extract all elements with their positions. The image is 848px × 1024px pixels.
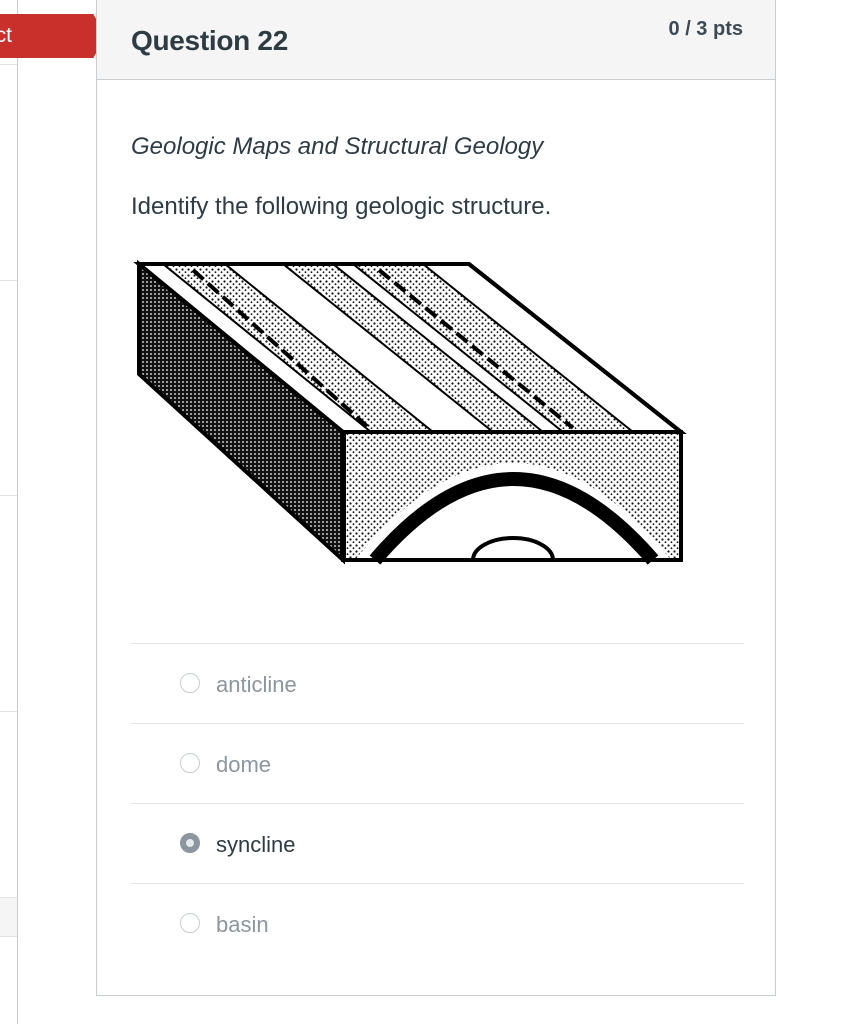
radio-button[interactable] [180,913,200,933]
answer-option-anticline[interactable]: anticline [131,643,744,723]
geologic-block-diagram [133,259,687,565]
answer-option-basin[interactable]: basin [131,883,744,963]
rail-divider [0,280,17,281]
answer-option-dome[interactable]: dome [131,723,744,803]
question-subtitle: Geologic Maps and Structural Geology [131,133,544,160]
status-badge: rrect [0,14,106,58]
rail-divider [0,64,17,65]
answer-label: syncline [216,832,296,857]
question-card: Question 22 0 / 3 pts Geologic Maps and … [96,0,776,996]
question-prompt: Identify the following geologic structur… [131,193,552,220]
radio-button[interactable] [180,753,200,773]
rail-divider [0,711,17,712]
answer-list: anticline dome syncline basin [131,643,744,963]
status-badge-label: rrect [0,24,12,47]
rail-divider [0,495,17,496]
answer-option-syncline[interactable]: syncline [131,803,744,883]
rail-item[interactable] [0,897,17,937]
radio-button[interactable] [180,673,200,693]
question-points: 0 / 3 pts [668,18,743,40]
radio-button-selected[interactable] [180,833,200,853]
answer-label: dome [216,752,272,777]
left-navigation-rail [0,0,18,1024]
question-title: Question 22 [131,25,288,56]
answer-label: basin [216,912,269,937]
question-header: Question 22 0 / 3 pts [97,0,775,80]
answer-label: anticline [216,672,297,697]
